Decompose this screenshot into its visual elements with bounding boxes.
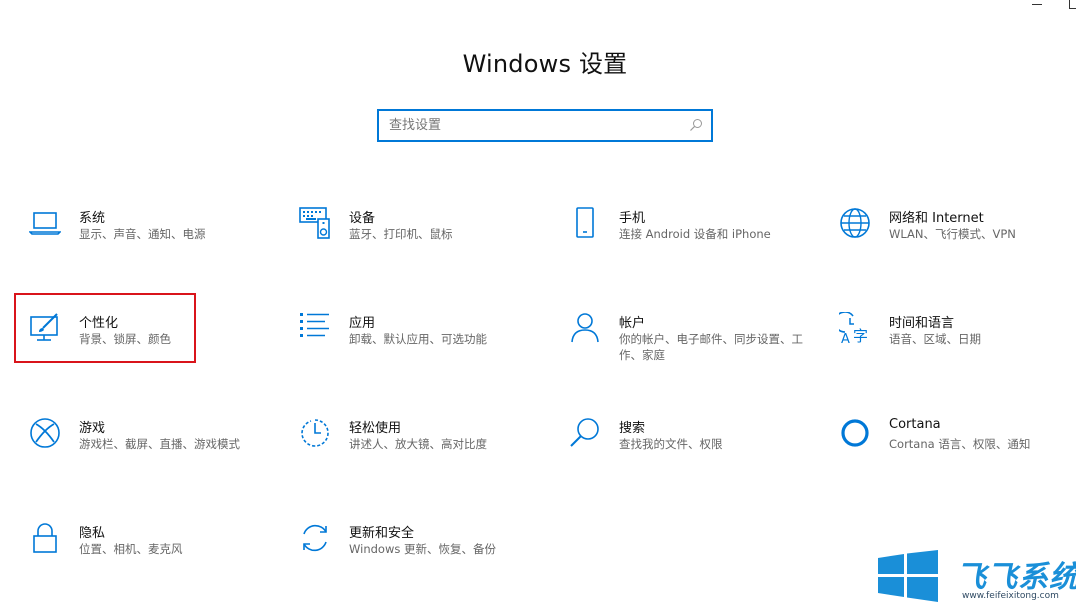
person-icon (569, 312, 601, 344)
globe-icon (839, 207, 871, 239)
tile-description: 查找我的文件、权限 (619, 437, 723, 451)
tile-description: WLAN、飞行模式、VPN (889, 227, 1016, 241)
tile-name: 游戏 (79, 421, 106, 436)
tile-name: 应用 (349, 316, 376, 331)
tile-privacy[interactable]: 隐私 位置、相机、麦克风 (29, 522, 269, 582)
page-title: Windows 设置 (462, 50, 628, 78)
search-input[interactable] (379, 111, 679, 140)
highlight-box (14, 293, 196, 363)
tile-name: 手机 (619, 211, 646, 226)
watermark-text: 飞飞系统 (956, 560, 1076, 595)
tile-ease-of-access[interactable]: 轻松使用 讲述人、放大镜、高对比度 (299, 417, 539, 477)
search-box[interactable] (377, 109, 713, 142)
maximize-icon[interactable] (1069, 0, 1076, 9)
cortana-icon (839, 417, 871, 449)
watermark: 飞飞系统 www.feifeixitong.com (878, 548, 1076, 606)
tile-description: 位置、相机、麦克风 (79, 542, 183, 556)
tile-name: 轻松使用 (349, 421, 402, 436)
tile-name: 更新和安全 (349, 526, 415, 541)
search-icon[interactable] (689, 118, 703, 132)
tile-name: Cortana (889, 417, 941, 432)
laptop-icon (29, 207, 61, 239)
tile-description: 语音、区域、日期 (889, 332, 981, 346)
tile-network[interactable]: 网络和 Internet WLAN、飞行模式、VPN (839, 207, 1076, 267)
tile-description: 蓝牙、打印机、鼠标 (349, 227, 453, 241)
tile-name: 设备 (349, 211, 376, 226)
ease-of-access-icon (299, 417, 331, 449)
svg-text:A: A (841, 332, 850, 344)
tile-devices[interactable]: 设备 蓝牙、打印机、鼠标 (299, 207, 539, 267)
tile-description: 游戏栏、截屏、直播、游戏模式 (79, 437, 240, 451)
tile-gaming[interactable]: 游戏 游戏栏、截屏、直播、游戏模式 (29, 417, 269, 477)
lock-icon (29, 522, 61, 554)
windows-logo-icon (878, 550, 938, 602)
tile-name: 隐私 (79, 526, 106, 541)
magnifier-icon (569, 417, 601, 449)
tile-name: 网络和 Internet (889, 211, 984, 226)
tile-phone[interactable]: 手机 连接 Android 设备和 iPhone (569, 207, 809, 267)
tile-search[interactable]: 搜索 查找我的文件、权限 (569, 417, 809, 477)
tile-description: 你的帐户、电子邮件、同步设置、工作、家庭 (619, 332, 803, 362)
tile-description: Cortana 语言、权限、通知 (889, 437, 1031, 451)
tile-description: 卸载、默认应用、可选功能 (349, 332, 487, 346)
xbox-icon (29, 417, 61, 449)
tile-time-language[interactable]: A 字 时间和语言 语音、区域、日期 (839, 312, 1076, 372)
tile-name: 时间和语言 (889, 316, 955, 331)
apps-list-icon (299, 312, 331, 344)
tile-description: 连接 Android 设备和 iPhone (619, 227, 771, 241)
time-language-icon: A 字 (839, 312, 871, 344)
tile-name: 搜索 (619, 421, 646, 436)
tile-name: 帐户 (619, 316, 646, 331)
tile-cortana[interactable]: Cortana Cortana 语言、权限、通知 (839, 417, 1076, 477)
phone-icon (569, 207, 601, 239)
sync-icon (299, 522, 331, 554)
window-controls (1006, 0, 1076, 18)
minimize-icon[interactable] (1032, 4, 1042, 5)
keyboard-icon (299, 207, 331, 239)
watermark-url: www.feifeixitong.com (962, 591, 1059, 601)
tile-description: Windows 更新、恢复、备份 (349, 542, 496, 556)
tile-apps[interactable]: 应用 卸载、默认应用、可选功能 (299, 312, 539, 372)
svg-text:字: 字 (853, 327, 868, 344)
tile-description: 讲述人、放大镜、高对比度 (349, 437, 487, 451)
tile-update-security[interactable]: 更新和安全 Windows 更新、恢复、备份 (299, 522, 539, 582)
settings-window: Windows 设置 系统 显示、声音、通知、电源 (0, 0, 1076, 606)
tile-system[interactable]: 系统 显示、声音、通知、电源 (29, 207, 269, 267)
tile-accounts[interactable]: 帐户 你的帐户、电子邮件、同步设置、工作、家庭 (569, 312, 809, 372)
tile-description: 显示、声音、通知、电源 (79, 227, 206, 241)
tile-name: 系统 (79, 211, 106, 226)
